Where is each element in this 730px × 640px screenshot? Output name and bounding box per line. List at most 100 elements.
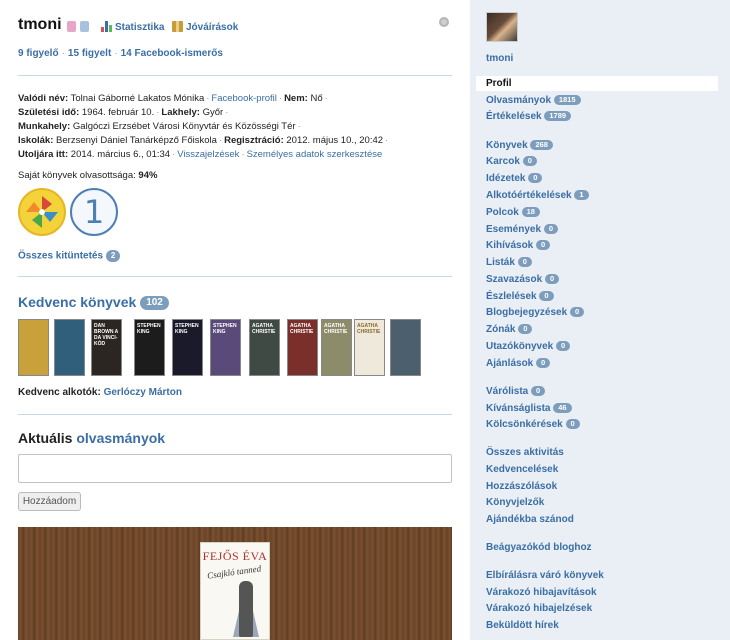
add-button[interactable]: Hozzáadom xyxy=(18,492,81,511)
divider xyxy=(18,276,452,277)
sidebar-item-count: 0 xyxy=(531,386,546,397)
sidebar-item-profile[interactable]: Profil xyxy=(476,76,718,91)
info-row-name: Valódi név: Tolnai Gáborné Lakatos Mónik… xyxy=(18,93,328,104)
sidebar-item[interactable]: Szavazások 0 xyxy=(486,274,560,285)
sidebar-item[interactable]: Beküldött hírek xyxy=(486,620,559,631)
sidebar-item[interactable]: Hozzászólások xyxy=(486,481,557,492)
favorite-book-cover[interactable]: AGATHA CHRISTIE xyxy=(287,319,318,376)
sidebar-item[interactable]: Alkotóértékelések 1 xyxy=(486,190,589,201)
statistics-link[interactable]: Statisztika xyxy=(115,22,164,33)
female-icon xyxy=(67,21,76,32)
favorite-book-cover[interactable]: AGATHA CHRISTIE xyxy=(354,319,385,376)
sidebar-item[interactable]: Listák 0 xyxy=(486,257,532,268)
gift-icon xyxy=(172,21,183,32)
sidebar-item-label: Hozzászólások xyxy=(486,481,558,492)
all-badges-link[interactable]: Összes kitüntetés xyxy=(18,251,103,262)
sidebar-item[interactable]: Ajándékba szánod xyxy=(486,514,574,525)
favorite-book-cover[interactable] xyxy=(390,319,421,376)
favorite-book-cover[interactable]: STEPHEN KING xyxy=(210,319,241,376)
sidebar-username[interactable]: tmoni xyxy=(486,53,513,64)
sidebar-item-count: 1 xyxy=(574,190,589,201)
sidebar-item[interactable]: Olvasmányok 1815 xyxy=(486,95,581,106)
sidebar-item-label: Olvasmányok xyxy=(486,95,552,106)
sidebar-item-label: Összes aktivitás xyxy=(486,447,564,458)
sidebar-item-label: Könyvek xyxy=(486,140,528,151)
sidebar-item[interactable]: Könyvek 268 xyxy=(486,140,553,151)
feedback-link[interactable]: Visszajelzések xyxy=(177,149,239,160)
sidebar-item-count: 0 xyxy=(544,274,560,285)
sidebar-item-count: 0 xyxy=(539,291,554,302)
sidebar-item-count: 0 xyxy=(518,324,533,335)
avatar[interactable] xyxy=(486,12,518,42)
facebook-friends-link[interactable]: 14 Facebook-ismerős xyxy=(121,48,223,59)
favorite-book-cover-label: AGATHA CHRISTIE xyxy=(290,323,314,335)
sidebar-item-count: 0 xyxy=(536,240,551,251)
sidebar-item[interactable]: Ajánlások 0 xyxy=(486,358,551,369)
follow-stats: 9 figyelő · 15 figyelt · 14 Facebook-ismerős xyxy=(18,48,223,59)
credits-link[interactable]: Jóváírások xyxy=(186,22,238,33)
sidebar-item-count: 0 xyxy=(536,358,551,369)
sidebar-item-label: Értékelések xyxy=(486,111,542,122)
sidebar-item-label: Kedvencelések xyxy=(486,464,559,475)
all-badges[interactable]: Összes kitüntetés 2 xyxy=(18,250,121,262)
sidebar-item-count: 0 xyxy=(565,419,580,430)
favorite-book-cover[interactable]: AGATHA CHRISTIE xyxy=(321,319,352,376)
sidebar-item[interactable]: Kölcsönkérések 0 xyxy=(486,419,580,430)
sidebar-item[interactable]: Elbírálásra váró könyvek xyxy=(486,570,604,581)
sidebar-item[interactable]: Várakozó hibajavítások xyxy=(486,587,597,598)
sidebar-item-count: 0 xyxy=(543,224,558,235)
sidebar-item[interactable]: Kihívások 0 xyxy=(486,240,551,251)
sidebar-item[interactable]: Kívánságlista 46 xyxy=(486,403,572,414)
current-reading-input[interactable] xyxy=(18,454,452,483)
favorite-books-count: 102 xyxy=(140,296,169,311)
favorite-book-cover[interactable] xyxy=(54,319,85,376)
favorite-books-heading[interactable]: Kedvenc könyvek 102 xyxy=(18,294,169,311)
main-content: tmoni Statisztika Jóváírások 9 figyelő · 1… xyxy=(0,0,470,640)
sidebar-item-label: Ajándékba szánod xyxy=(486,514,574,525)
sidebar-item[interactable]: Értékelések 1789 xyxy=(486,111,572,122)
shelf-book-cover[interactable]: FEJŐS ÉVA Csajkló tanned xyxy=(200,542,270,640)
favorite-book-cover-label: STEPHEN KING xyxy=(137,323,161,335)
sidebar-item[interactable]: Események 0 xyxy=(486,224,558,235)
sidebar-item[interactable]: Beágyazókód bloghoz xyxy=(486,542,592,553)
sidebar-item[interactable]: Zónák 0 xyxy=(486,324,533,335)
current-reading-heading: Aktuális olvasmányok xyxy=(18,430,166,446)
favorite-book-cover[interactable]: STEPHEN KING xyxy=(172,319,203,376)
favorite-book-cover[interactable]: AGATHA CHRISTIE xyxy=(249,319,280,376)
favorite-book-cover-label: AGATHA CHRISTIE xyxy=(357,323,381,335)
sidebar-item-count: 1815 xyxy=(553,95,581,106)
favorite-book-cover[interactable] xyxy=(18,319,49,376)
followers-link[interactable]: 9 figyelő xyxy=(18,48,59,59)
sidebar-item[interactable]: Polcok 18 xyxy=(486,207,540,218)
info-row-lastseen: Utoljára itt: 2014. március 6., 01:34 · Vi… xyxy=(18,149,383,160)
sidebar-item[interactable]: Utazókönyvek 0 xyxy=(486,341,571,352)
sidebar-item[interactable]: Összes aktivitás xyxy=(486,447,564,458)
sidebar-item[interactable]: Karcok 0 xyxy=(486,156,537,167)
edit-profile-link[interactable]: Személyes adatok szerkesztése xyxy=(247,149,383,160)
divider xyxy=(18,75,452,76)
male-icon xyxy=(80,21,89,32)
sidebar-item[interactable]: Észlelések 0 xyxy=(486,291,554,302)
sidebar-item[interactable]: Idézetek 0 xyxy=(486,173,543,184)
sidebar-item[interactable]: Várakozó hibajelzések xyxy=(486,603,592,614)
favorite-book-cover[interactable]: STEPHEN KING xyxy=(134,319,165,376)
sidebar-item-label: Könyvjelzők xyxy=(486,497,545,508)
favorite-book-cover-label: STEPHEN KING xyxy=(213,323,237,335)
achievement-badge-pinwheel[interactable] xyxy=(18,188,66,236)
sidebar-item-label: Polcok xyxy=(486,207,519,218)
achievement-badge-number[interactable]: 1 xyxy=(70,188,118,236)
sidebar-item[interactable]: Könyvjelzők xyxy=(486,497,544,508)
following-link[interactable]: 15 figyelt xyxy=(68,48,111,59)
sidebar-item[interactable]: Várólista 0 xyxy=(486,386,546,397)
favorite-author-link[interactable]: Gerlóczy Márton xyxy=(104,387,182,398)
sidebar-item-label: Észlelések xyxy=(486,291,537,302)
gear-icon[interactable] xyxy=(439,17,449,27)
sidebar-item-label: Várólista xyxy=(486,386,529,397)
sidebar-item[interactable]: Blogbejegyzések 0 xyxy=(486,307,585,318)
sidebar-item[interactable]: Kedvencelések xyxy=(486,464,558,475)
sidebar-item-label: Beküldött hírek xyxy=(486,620,559,631)
divider xyxy=(18,414,452,415)
current-reading-link[interactable]: olvasmányok xyxy=(76,430,165,446)
facebook-profile-link[interactable]: Facebook-profil xyxy=(211,93,276,104)
favorite-book-cover[interactable]: DAN BROWN A DA VINCI-KÓD xyxy=(91,319,122,376)
